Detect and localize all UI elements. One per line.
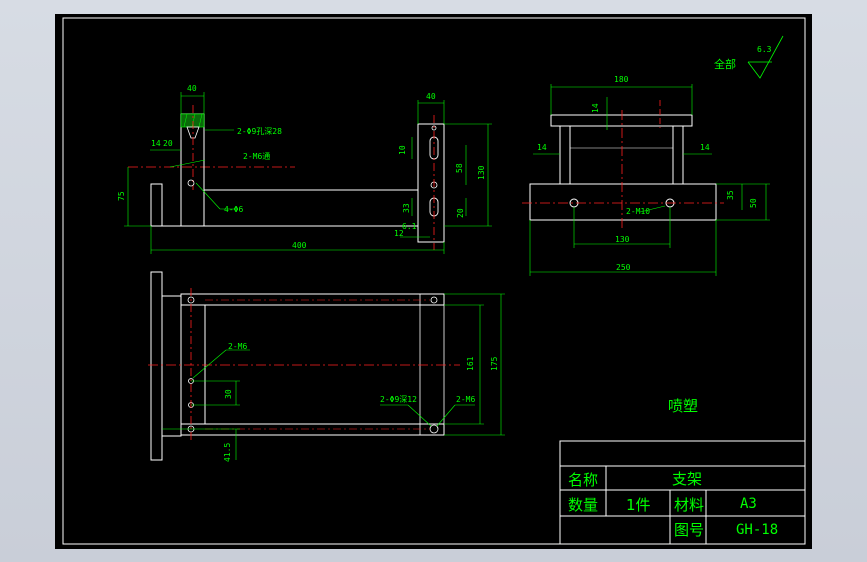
dim-slot-10: 10: [398, 145, 407, 155]
drawing-sheet: 40 2-Φ9孔深28 2-M6通 14 20 75 4-Φ6 400 40 1…: [55, 14, 812, 549]
dim-slot-58: 58: [455, 163, 464, 173]
dim-right-width: 40: [426, 92, 436, 101]
thread-note-m6: 2-M6: [228, 342, 247, 351]
dim-left-20: 20: [163, 139, 173, 148]
dim-spacing-30: 30: [224, 389, 233, 399]
finish-prefix: 全部: [714, 57, 736, 71]
holes-note: 4-Φ6: [224, 205, 243, 214]
dim-top-width-180: 180: [614, 75, 629, 84]
dim-inner-161: 161: [466, 356, 475, 371]
drawing-no-label: 图号: [674, 521, 704, 539]
cad-drawing-viewport: 40 2-Φ9孔深28 2-M6通 14 20 75 4-Φ6 400 40 1…: [0, 0, 867, 562]
dim-top-width: 40: [187, 84, 197, 93]
material-label: 材料: [674, 496, 704, 514]
dim-tab-14: 14: [591, 103, 600, 113]
dim-left-14: 14: [537, 143, 547, 152]
dim-slot-130: 130: [477, 165, 486, 180]
hole-note: 2-Φ9孔深28: [237, 127, 282, 136]
dim-slot-20: 20: [456, 208, 465, 218]
material-value: A3: [740, 496, 757, 512]
dim-hole-spacing: 130: [615, 235, 630, 244]
thread-note-m10: 2-M10: [626, 207, 650, 216]
dim-overall-length: 400: [292, 241, 307, 250]
dim-base-50: 50: [749, 198, 758, 208]
name-label: 名称: [568, 471, 598, 489]
dim-slot-33: 33: [402, 203, 411, 213]
finish-value: 6.3: [757, 45, 772, 54]
hole-note-depth: 2-Φ9深12: [380, 395, 417, 404]
dim-right-14: 14: [700, 143, 710, 152]
qty-value: 1件: [626, 496, 651, 514]
dim-base-width: 250: [616, 263, 631, 272]
dim-left-14: 14: [151, 139, 161, 148]
dim-offset-6-1: 6.1: [402, 222, 417, 231]
coating-note: 喷塑: [668, 397, 698, 415]
dim-base-35: 35: [726, 190, 735, 200]
thread-note-right: 2-M6: [456, 395, 475, 404]
dim-spacing-41-5: 41.5: [223, 443, 232, 462]
dim-height-75: 75: [117, 191, 126, 201]
thread-note: 2-M6通: [243, 151, 270, 161]
dim-outer-175: 175: [490, 356, 499, 371]
drawing-no-value: GH-18: [736, 522, 778, 538]
name-value: 支架: [672, 470, 702, 488]
qty-label: 数量: [568, 496, 598, 514]
